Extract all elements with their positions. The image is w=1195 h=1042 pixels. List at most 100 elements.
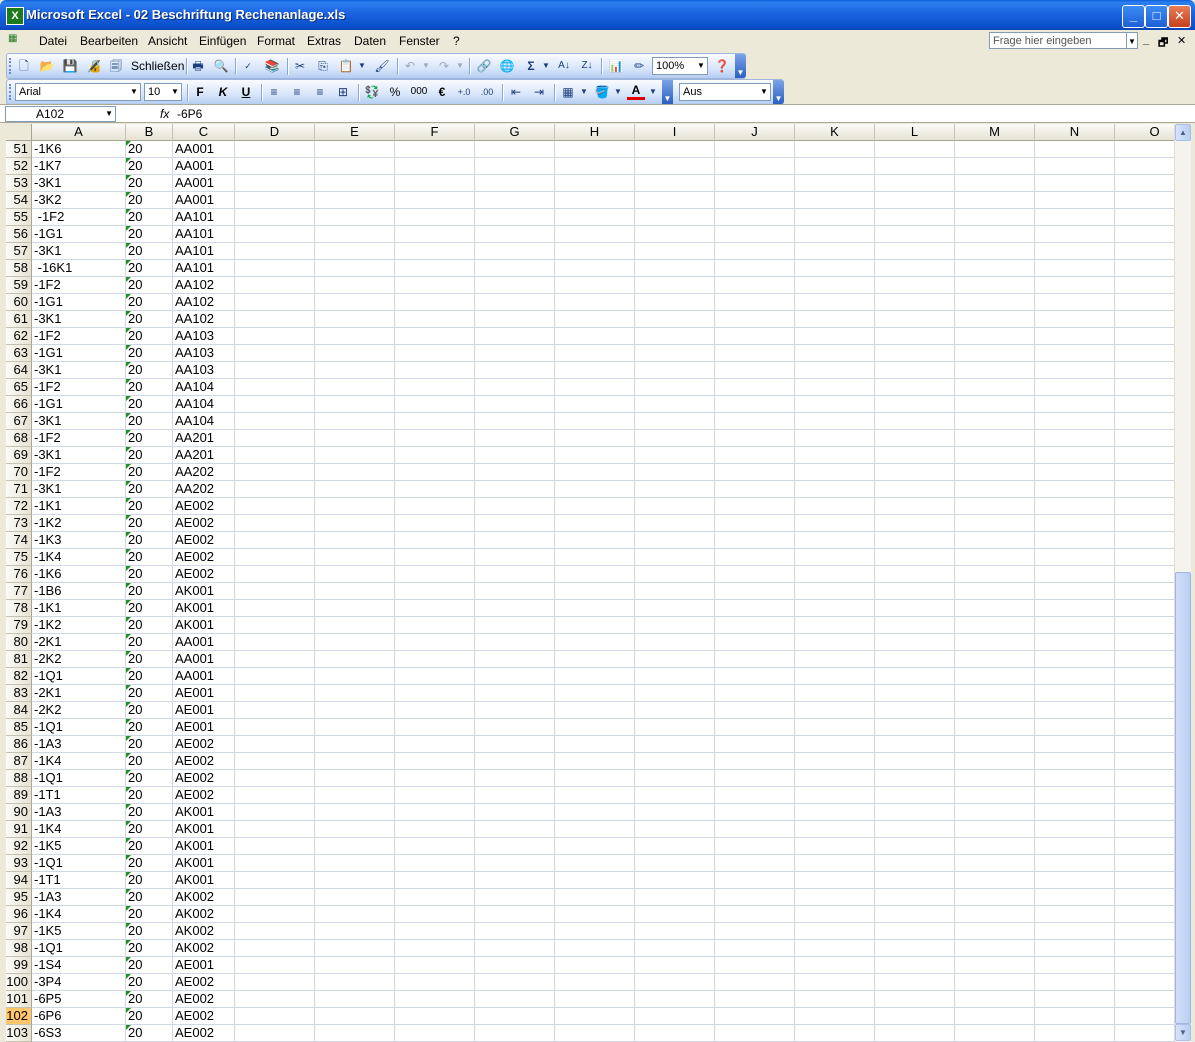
cell-j[interactable] xyxy=(715,243,795,260)
cell-f[interactable] xyxy=(395,821,475,838)
row-header[interactable]: 96 xyxy=(6,906,32,923)
cell-n[interactable] xyxy=(1035,617,1115,634)
cell-d[interactable] xyxy=(235,1008,315,1025)
cell-l[interactable] xyxy=(875,804,955,821)
menu-extras[interactable]: Extras xyxy=(307,34,341,48)
redo-icon[interactable]: ↷ xyxy=(435,57,453,75)
cell-a[interactable]: -1Q1 xyxy=(32,855,126,872)
cell-e[interactable] xyxy=(315,158,395,175)
cell-d[interactable] xyxy=(235,175,315,192)
row-header[interactable]: 69 xyxy=(6,447,32,464)
cell-n[interactable] xyxy=(1035,345,1115,362)
cell-b[interactable]: 20 xyxy=(126,396,173,413)
cell-l[interactable] xyxy=(875,889,955,906)
cell-a[interactable]: -1K3 xyxy=(32,532,126,549)
close-document-icon[interactable]: 🗐 xyxy=(107,57,125,75)
cell-d[interactable] xyxy=(235,855,315,872)
cell-g[interactable] xyxy=(475,345,555,362)
cell-a[interactable]: -1K4 xyxy=(32,549,126,566)
cell-a[interactable]: -1T1 xyxy=(32,872,126,889)
cell-n[interactable] xyxy=(1035,753,1115,770)
cell-m[interactable] xyxy=(955,957,1035,974)
cell-j[interactable] xyxy=(715,311,795,328)
cell-j[interactable] xyxy=(715,974,795,991)
open-folder-icon[interactable]: 📂 xyxy=(38,57,56,75)
cell-g[interactable] xyxy=(475,226,555,243)
cell-j[interactable] xyxy=(715,515,795,532)
row-header[interactable]: 73 xyxy=(6,515,32,532)
cell-o[interactable] xyxy=(1115,515,1174,532)
cell-i[interactable] xyxy=(635,311,715,328)
cell-n[interactable] xyxy=(1035,413,1115,430)
cell-m[interactable] xyxy=(955,175,1035,192)
row-header[interactable]: 79 xyxy=(6,617,32,634)
cell-o[interactable] xyxy=(1115,651,1174,668)
cell-l[interactable] xyxy=(875,583,955,600)
cell-i[interactable] xyxy=(635,804,715,821)
cell-o[interactable] xyxy=(1115,583,1174,600)
cell-g[interactable] xyxy=(475,974,555,991)
chart-wizard-icon[interactable]: 📊 xyxy=(607,57,625,75)
cell-h[interactable] xyxy=(555,1025,635,1042)
cell-h[interactable] xyxy=(555,243,635,260)
cell-m[interactable] xyxy=(955,583,1035,600)
cell-l[interactable] xyxy=(875,515,955,532)
cell-g[interactable] xyxy=(475,430,555,447)
cell-j[interactable] xyxy=(715,940,795,957)
cell-j[interactable] xyxy=(715,345,795,362)
cell-o[interactable] xyxy=(1115,889,1174,906)
cell-j[interactable] xyxy=(715,175,795,192)
cell-m[interactable] xyxy=(955,889,1035,906)
cell-c[interactable]: AE002 xyxy=(173,991,235,1008)
cell-d[interactable] xyxy=(235,430,315,447)
cell-i[interactable] xyxy=(635,889,715,906)
cell-m[interactable] xyxy=(955,566,1035,583)
cell-k[interactable] xyxy=(795,243,875,260)
cell-b[interactable]: 20 xyxy=(126,940,173,957)
cell-b[interactable]: 20 xyxy=(126,634,173,651)
menu-help[interactable]: ? xyxy=(453,34,460,48)
cell-h[interactable] xyxy=(555,498,635,515)
cell-a[interactable]: -1F2 xyxy=(32,209,126,226)
cell-b[interactable]: 20 xyxy=(126,753,173,770)
cell-m[interactable] xyxy=(955,379,1035,396)
cell-g[interactable] xyxy=(475,481,555,498)
row-header[interactable]: 64 xyxy=(6,362,32,379)
row-header[interactable]: 81 xyxy=(6,651,32,668)
cell-i[interactable] xyxy=(635,379,715,396)
cell-j[interactable] xyxy=(715,702,795,719)
row-header[interactable]: 54 xyxy=(6,192,32,209)
cell-h[interactable] xyxy=(555,821,635,838)
cell-g[interactable] xyxy=(475,413,555,430)
cell-d[interactable] xyxy=(235,838,315,855)
cell-k[interactable] xyxy=(795,804,875,821)
cell-o[interactable] xyxy=(1115,379,1174,396)
cell-n[interactable] xyxy=(1035,838,1115,855)
cell-a[interactable]: -3K1 xyxy=(32,413,126,430)
cell-d[interactable] xyxy=(235,685,315,702)
cell-i[interactable] xyxy=(635,753,715,770)
cell-n[interactable] xyxy=(1035,379,1115,396)
cell-c[interactable]: AE002 xyxy=(173,532,235,549)
style-select[interactable]: Aus ▼ xyxy=(679,83,771,101)
cell-i[interactable] xyxy=(635,430,715,447)
cell-o[interactable] xyxy=(1115,464,1174,481)
cell-g[interactable] xyxy=(475,1008,555,1025)
cell-j[interactable] xyxy=(715,141,795,158)
cell-k[interactable] xyxy=(795,736,875,753)
cell-o[interactable] xyxy=(1115,209,1174,226)
cell-j[interactable] xyxy=(715,923,795,940)
cell-n[interactable] xyxy=(1035,481,1115,498)
sort-ascending-icon[interactable]: A↓ xyxy=(555,57,573,75)
cell-g[interactable] xyxy=(475,685,555,702)
cell-b[interactable]: 20 xyxy=(126,175,173,192)
cell-d[interactable] xyxy=(235,668,315,685)
cell-n[interactable] xyxy=(1035,1008,1115,1025)
cell-n[interactable] xyxy=(1035,158,1115,175)
cell-n[interactable] xyxy=(1035,498,1115,515)
cell-i[interactable] xyxy=(635,464,715,481)
cell-d[interactable] xyxy=(235,736,315,753)
cell-f[interactable] xyxy=(395,328,475,345)
cell-k[interactable] xyxy=(795,702,875,719)
cell-d[interactable] xyxy=(235,634,315,651)
